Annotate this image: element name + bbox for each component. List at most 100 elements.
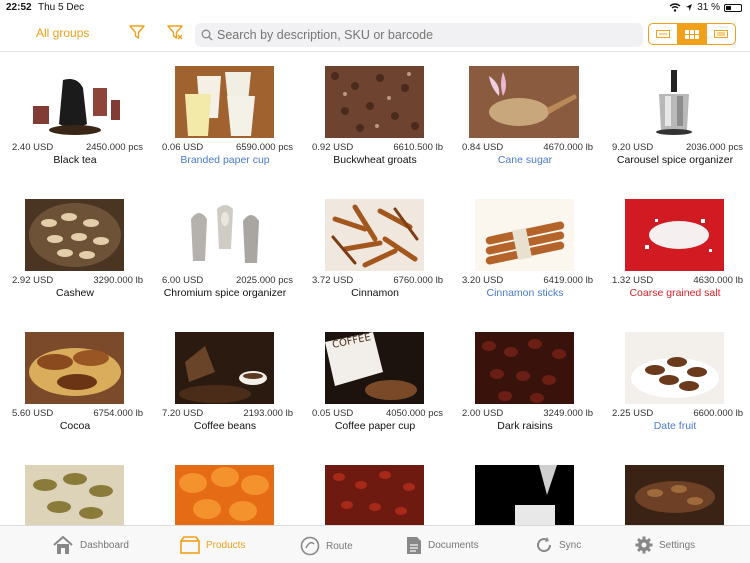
product-quantity: 4670.000 lb — [543, 142, 593, 153]
product-image-chromium-spice-organizer — [175, 199, 274, 271]
filter-icon[interactable] — [128, 23, 146, 41]
product-price: 3.20 USD — [462, 275, 504, 286]
product-quantity: 3249.000 lb — [543, 408, 593, 419]
product-price: 7.20 USD — [162, 408, 204, 419]
product-price: 5.60 USD — [12, 408, 54, 419]
product-grid: 2.40 USD 2450.000 pcs Black tea 0.06 USD… — [0, 53, 750, 525]
product-image-cashew — [25, 199, 124, 271]
product-price: 0.92 USD — [312, 142, 354, 153]
tab-sync[interactable]: Sync — [535, 536, 581, 554]
product-price: 6.00 USD — [162, 275, 204, 286]
product-card[interactable]: 6.00 USD 2025.000 pcs Chromium spice org… — [150, 186, 300, 316]
product-quantity: 6590.000 pcs — [235, 142, 293, 153]
product-price: 0.84 USD — [462, 142, 504, 153]
product-card[interactable] — [600, 452, 750, 525]
toolbar: All groups — [0, 16, 750, 52]
product-image-dried-fruit — [25, 465, 124, 525]
product-card[interactable]: 9.20 USD 2036.000 pcs Carousel spice org… — [600, 53, 750, 183]
product-card[interactable]: 2.92 USD 3290.000 lb Cashew — [0, 186, 150, 316]
product-image-coffee-paper-cup: COFFEE — [325, 332, 424, 404]
product-quantity: 6600.000 lb — [693, 408, 743, 419]
product-card[interactable]: 3.20 USD 6419.000 lb Cinnamon sticks — [450, 186, 600, 316]
status-date: Thu 5 Dec — [38, 2, 85, 13]
status-time: 22:52 — [6, 2, 32, 13]
product-card[interactable]: 2.40 USD 2450.000 pcs Black tea — [0, 53, 150, 183]
product-card[interactable] — [300, 452, 450, 525]
tab-label: Documents — [428, 540, 479, 551]
product-quantity: 2025.000 pcs — [235, 275, 293, 286]
product-image-date-fruit — [625, 332, 724, 404]
battery-percent: 31 % — [697, 2, 720, 13]
product-card[interactable]: 3.72 USD 6760.000 lb Cinnamon — [300, 186, 450, 316]
product-quantity: 4050.000 pcs — [385, 408, 443, 419]
product-price: 2.00 USD — [462, 408, 504, 419]
product-image-sugar — [475, 465, 574, 525]
grid-view-button[interactable] — [678, 24, 707, 44]
product-card[interactable]: 2.00 USD 3249.000 lb Dark raisins — [450, 319, 600, 449]
product-image-coffee-beans — [175, 332, 274, 404]
filter-clear-icon[interactable] — [166, 23, 184, 41]
product-price: 9.20 USD — [612, 142, 654, 153]
product-price: 3.72 USD — [312, 275, 354, 286]
product-card[interactable]: 2.25 USD 6600.000 lb Date fruit — [600, 319, 750, 449]
tab-documents[interactable]: Documents — [406, 536, 479, 555]
product-image-branded-paper-cup — [175, 66, 274, 138]
box-icon — [180, 536, 200, 554]
product-image-coarse-grained-salt — [625, 199, 724, 271]
wifi-icon — [669, 3, 681, 12]
tab-settings[interactable]: Settings — [635, 536, 695, 554]
product-quantity: 2450.000 pcs — [85, 142, 143, 153]
product-quantity: 6419.000 lb — [543, 275, 593, 286]
product-name: Cinnamon sticks — [486, 287, 564, 299]
product-quantity: 2036.000 pcs — [685, 142, 743, 153]
all-groups-button[interactable]: All groups — [36, 26, 89, 40]
product-image-carousel-spice-organizer — [625, 66, 724, 138]
product-image-goji-berries — [325, 465, 424, 525]
product-name: Cocoa — [59, 420, 91, 432]
product-card[interactable] — [450, 452, 600, 525]
product-quantity: 4630.000 lb — [693, 275, 743, 286]
search-icon — [201, 29, 213, 41]
product-card[interactable]: 0.84 USD 4670.000 lb Cane sugar — [450, 53, 600, 183]
document-icon — [407, 537, 421, 554]
product-card[interactable]: 7.20 USD 2193.000 lb Coffee beans — [150, 319, 300, 449]
gear-icon — [635, 536, 653, 554]
product-card[interactable]: 5.60 USD 6754.000 lb Cocoa — [0, 319, 150, 449]
tab-bar: Dashboard Products Route Documents Sync … — [0, 525, 750, 563]
product-card[interactable]: 0.06 USD 6590.000 pcs Branded paper cup — [150, 53, 300, 183]
status-bar: 22:52 Thu 5 Dec 31 % — [0, 0, 750, 16]
product-image-dark-raisins — [475, 332, 574, 404]
product-image-cinnamon-sticks — [475, 199, 574, 271]
product-quantity: 6760.000 lb — [393, 275, 443, 286]
product-price: 0.05 USD — [312, 408, 354, 419]
product-name: Coffee paper cup — [334, 420, 416, 432]
detail-view-button[interactable] — [707, 24, 735, 44]
product-name: Buckwheat groats — [333, 154, 417, 166]
tab-route[interactable]: Route — [300, 536, 353, 556]
product-price: 2.92 USD — [12, 275, 54, 286]
product-quantity: 6754.000 lb — [93, 408, 143, 419]
product-name: Cashew — [56, 287, 94, 299]
product-name: Date fruit — [653, 420, 697, 432]
tab-label: Settings — [659, 539, 696, 551]
product-card[interactable] — [150, 452, 300, 525]
search-field[interactable] — [195, 23, 643, 47]
tab-dashboard[interactable]: Dashboard — [52, 536, 129, 554]
product-image-cane-sugar — [469, 66, 579, 138]
search-input[interactable] — [217, 28, 637, 42]
product-name: Coarse grained salt — [629, 287, 721, 299]
product-card[interactable]: COFFEE 0.05 USD 4050.000 pcs Coffee pape… — [300, 319, 450, 449]
view-mode-selector — [648, 23, 736, 45]
product-card[interactable] — [0, 452, 150, 525]
route-icon — [300, 536, 320, 556]
product-image-cinnamon — [325, 199, 424, 271]
product-quantity: 2193.000 lb — [243, 408, 293, 419]
product-card[interactable]: 0.92 USD 6610.500 lb Buckwheat groats — [300, 53, 450, 183]
list-view-button[interactable] — [649, 24, 678, 44]
tab-products[interactable]: Products — [180, 536, 245, 554]
product-quantity: 6610.500 lb — [393, 142, 443, 153]
product-card[interactable]: 1.32 USD 4630.000 lb Coarse grained salt — [600, 186, 750, 316]
product-image-black-tea — [25, 66, 124, 138]
tab-label: Sync — [559, 539, 582, 551]
product-name: Coffee beans — [193, 420, 257, 432]
